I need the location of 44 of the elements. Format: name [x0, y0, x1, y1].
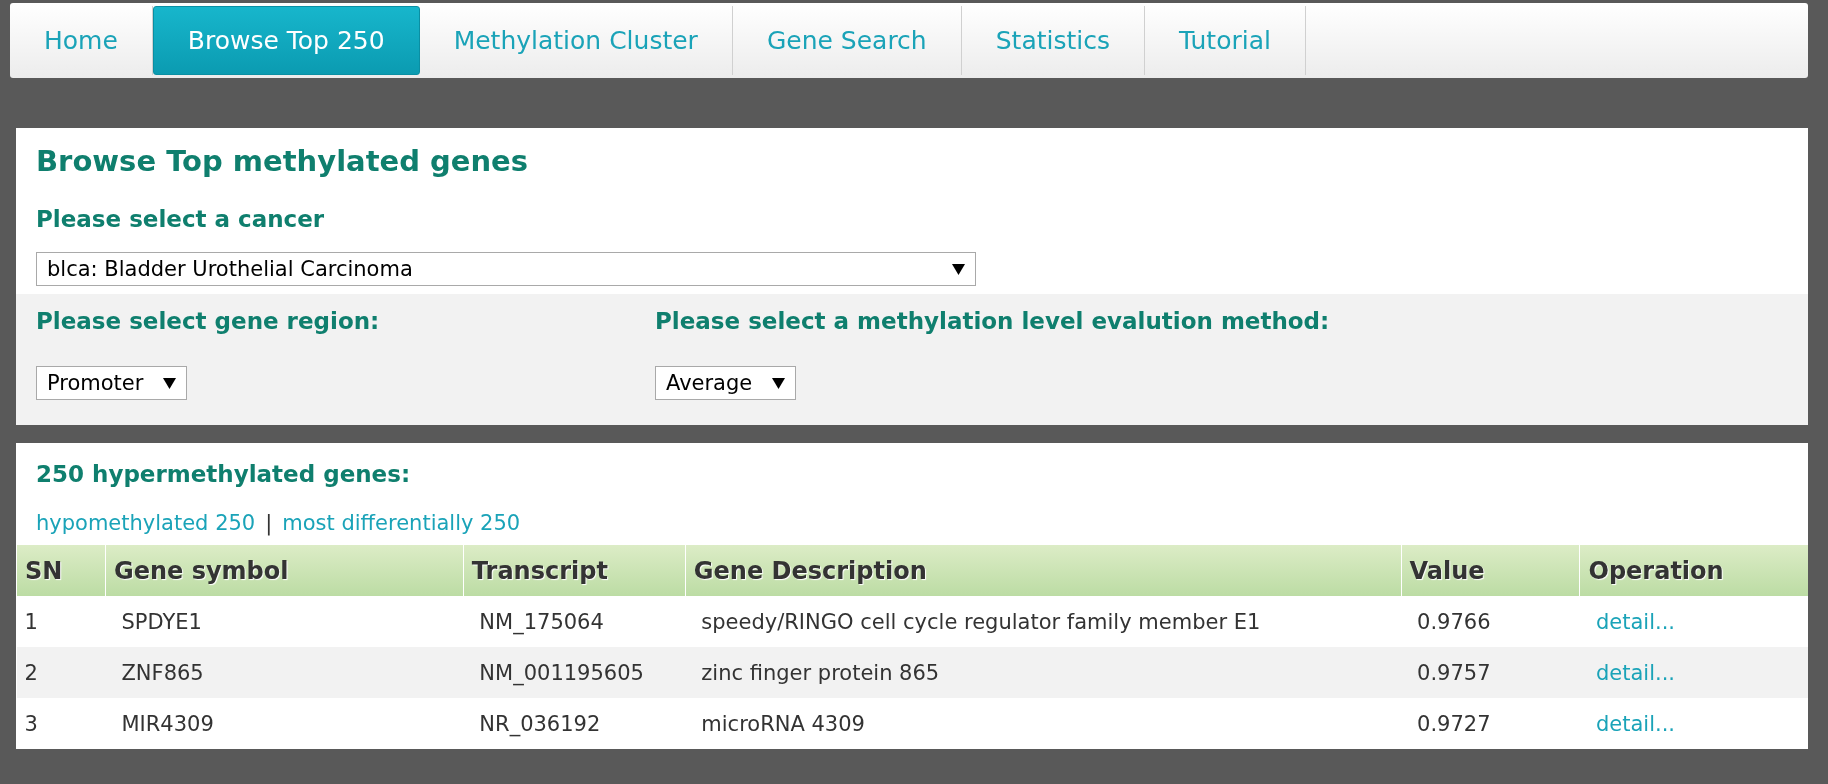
differential-link[interactable]: most differentially 250	[282, 511, 521, 535]
nav-tab[interactable]: Statistics	[961, 6, 1145, 75]
table-cell: microRNA 4309	[701, 711, 865, 736]
cancer-select[interactable]: blca: Bladder Urothelial Carcinoma	[36, 252, 976, 286]
detail-link[interactable]: detail...	[1588, 609, 1676, 634]
table-cell: 3	[24, 711, 38, 736]
column-header: Value	[1401, 545, 1580, 596]
region-select[interactable]: Promoter	[36, 366, 188, 400]
column-header: SN	[16, 545, 106, 596]
table-cell: SPDYE1	[121, 609, 202, 634]
cancer-label: Please select a cancer	[36, 206, 326, 232]
column-header: Gene Description	[685, 545, 1402, 596]
table-cell: ZNF865	[121, 660, 204, 685]
method-label: Please select a methylation level evalution method:	[655, 308, 1330, 334]
table-cell: NM_175064	[479, 609, 604, 634]
caret-icon	[163, 377, 177, 389]
hypomethylated-link[interactable]: hypomethylated 250	[36, 511, 256, 535]
detail-link[interactable]: detail...	[1588, 711, 1676, 736]
region-label: Please select gene region:	[36, 308, 380, 334]
nav-tab[interactable]: Methylation Cluster	[419, 6, 733, 75]
column-header: Operation	[1580, 545, 1808, 596]
table-cell: NR_036192	[479, 711, 601, 736]
column-header: Transcript	[463, 545, 686, 596]
table-cell: 1	[24, 609, 38, 634]
page-title: Browse Top methylated genes	[36, 144, 530, 180]
table-cell: 0.9766	[1417, 609, 1491, 634]
table-cell: 0.9757	[1417, 660, 1491, 685]
table-cell: NM_001195605	[479, 660, 644, 685]
caret-icon	[952, 263, 965, 275]
nav-tab[interactable]: Browse Top 250	[152, 6, 420, 75]
detail-link[interactable]: detail...	[1588, 660, 1676, 685]
nav-tab[interactable]: Gene Search	[732, 6, 962, 75]
table-cell: zinc finger protein 865	[701, 660, 940, 685]
link-separator: |	[265, 511, 273, 535]
nav-tab[interactable]: Tutorial	[1145, 6, 1306, 75]
column-header: Gene symbol	[105, 545, 464, 596]
results-heading: 250 hypermethylated genes:	[35, 461, 412, 487]
caret-icon	[772, 377, 786, 389]
nav-tab[interactable]: Home	[10, 6, 153, 75]
table-cell: 2	[24, 660, 38, 685]
method-select[interactable]: Average	[655, 366, 797, 400]
table-cell: 0.9727	[1417, 711, 1491, 736]
table-cell: MIR4309	[121, 711, 214, 736]
table-cell: speedy/RINGO cell cycle regulator family member E1	[701, 609, 1261, 634]
